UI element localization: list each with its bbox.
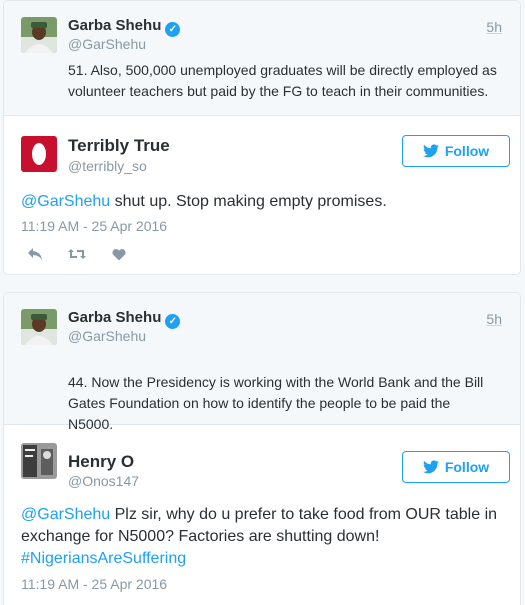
reply-author-handle[interactable]: @Onos147 [68,473,139,489]
mention-link[interactable]: @GarShehu [21,193,110,210]
reply-timestamp[interactable]: 11:19 AM - 25 Apr 2016 [21,218,167,234]
quoted-timestamp[interactable]: 5h [486,19,502,35]
tweet-actions [24,245,130,263]
tweet-card: Garba Shehu ✓ @GarShehu 5h 51. Also, 500,… [3,0,521,275]
follow-button[interactable]: Follow [402,451,510,483]
reply-icon[interactable] [24,245,46,263]
quoted-author-name[interactable]: Garba Shehu ✓ [68,17,181,37]
avatar[interactable] [21,17,57,53]
bird-icon [422,144,439,158]
follow-label: Follow [444,143,490,159]
quoted-tweet-text: 44. Now the Presidency is working with t… [68,374,484,432]
verified-icon: ✓ [165,314,181,329]
like-icon[interactable] [108,245,130,263]
quoted-timestamp[interactable]: 5h [486,311,502,327]
quoted-author-handle[interactable]: @GarShehu [68,36,146,52]
retweet-icon[interactable] [66,245,88,263]
follow-label: Follow [444,459,490,475]
bird-icon [422,460,439,474]
quoted-tweet[interactable]: Garba Shehu ✓ @GarShehu 5h 51. Also, 500,… [4,1,520,116]
avatar[interactable] [21,309,57,345]
mention-link[interactable]: @GarShehu [21,506,110,523]
hashtag-link[interactable]: #NigeriansAreSuffering [21,550,186,567]
tweet-card: Garba Shehu ✓ @GarShehu 5h 44. Now the Pr… [3,292,521,605]
reply-timestamp[interactable]: 11:19 AM - 25 Apr 2016 [21,576,167,592]
avatar[interactable] [21,443,57,479]
reply-tweet-text: @GarShehu Plz sir, why do u prefer to ta… [21,506,498,567]
quoted-author-handle[interactable]: @GarShehu [68,328,146,344]
quoted-tweet-text: 51. Also, 500,000 unemployed graduates w… [68,62,497,99]
verified-icon: ✓ [165,22,181,37]
avatar[interactable] [21,136,57,172]
quoted-author-name[interactable]: Garba Shehu ✓ [68,309,181,329]
quoted-tweet[interactable]: Garba Shehu ✓ @GarShehu 5h 44. Now the Pr… [4,293,520,432]
reply-author-name[interactable]: Terribly True [68,136,170,156]
follow-button[interactable]: Follow [402,135,510,167]
reply-author-name[interactable]: Henry O [68,452,134,472]
reply-author-handle[interactable]: @terribly_so [68,158,147,174]
reply-tweet-text: @GarShehu shut up. Stop making empty pro… [21,193,387,210]
